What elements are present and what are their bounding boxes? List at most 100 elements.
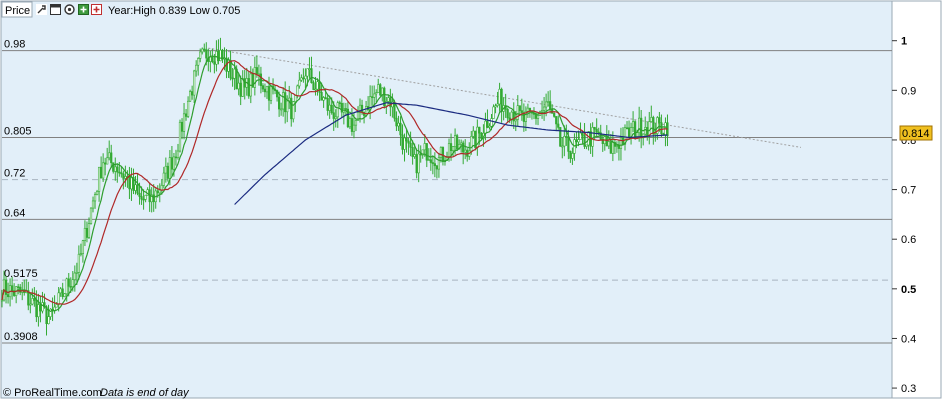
candle-body <box>447 143 451 157</box>
candle-body <box>360 104 364 113</box>
plot-area <box>0 0 893 399</box>
candle-body <box>61 288 64 297</box>
candle-body <box>526 107 530 112</box>
candle-body <box>433 163 436 167</box>
candle-body <box>423 143 426 151</box>
candle-body <box>95 191 99 195</box>
candle-body <box>520 110 523 113</box>
candle-body <box>162 172 165 186</box>
candle-body <box>189 91 192 102</box>
candle-body <box>91 200 95 209</box>
candle-body <box>35 300 38 318</box>
candle-body <box>352 124 356 132</box>
candle-body <box>178 121 182 152</box>
price-chart: 0.980.8050.720.640.51750.3908 10.90.80.7… <box>0 0 942 399</box>
gear-icon[interactable] <box>64 4 75 15</box>
candle-body <box>29 303 32 306</box>
candle-body <box>579 132 582 140</box>
candle-body <box>549 101 552 110</box>
footer-brand: © ProRealTime.com <box>3 387 102 399</box>
candle-body <box>348 118 352 128</box>
candle-body <box>104 162 107 165</box>
candle-body <box>41 302 44 312</box>
candle-body <box>239 82 242 97</box>
candle-body <box>286 100 289 113</box>
candle-body <box>280 108 283 111</box>
candle-body <box>39 304 42 312</box>
candle-body <box>593 127 596 130</box>
candle-body <box>144 194 147 200</box>
candle-body <box>464 149 467 153</box>
candle-body <box>302 77 305 80</box>
candle-body <box>79 253 82 255</box>
candle-body <box>407 140 410 144</box>
candle-body <box>547 101 550 103</box>
candle-body <box>387 97 390 102</box>
candle-body <box>294 95 297 102</box>
candle-body <box>11 285 14 291</box>
candle-body <box>73 272 76 280</box>
chart-header: Price Year:High 0.839 Low 0.705 <box>1 1 240 18</box>
candle-body <box>484 120 487 134</box>
candle-body <box>650 117 653 122</box>
candle-body <box>542 106 546 111</box>
candle-body <box>312 82 315 90</box>
candle-body <box>217 51 220 62</box>
candle-body <box>615 145 619 147</box>
candle-body <box>585 144 588 147</box>
level-label: 0.72 <box>4 168 25 180</box>
candle-body <box>100 166 103 179</box>
candle-body <box>336 102 339 118</box>
candle-body <box>172 156 176 170</box>
candle-body <box>199 51 202 59</box>
candle-body <box>510 111 513 120</box>
candle-body <box>77 253 80 273</box>
close-icon[interactable] <box>91 4 102 15</box>
candle-body <box>282 92 285 110</box>
level-label: 0.3908 <box>4 331 38 343</box>
candle-body <box>134 184 137 191</box>
y-tick-label: 0.3 <box>901 383 916 395</box>
candle-body <box>106 157 109 165</box>
candle-body <box>545 101 548 108</box>
candle-body <box>607 141 610 147</box>
candle-body <box>453 135 457 148</box>
candle-body <box>553 113 556 117</box>
candle-body <box>373 93 376 98</box>
candle-body <box>324 97 327 99</box>
candle-body <box>57 292 60 305</box>
candle-body <box>75 272 78 274</box>
candle-body <box>114 166 117 172</box>
candle-body <box>435 165 438 170</box>
candle-body <box>449 143 453 151</box>
candle-body <box>328 104 331 111</box>
candle-body <box>89 207 93 224</box>
candle-body <box>575 139 578 143</box>
candle-body <box>494 105 497 108</box>
candle-body <box>237 82 240 90</box>
candle-body <box>241 78 244 97</box>
candle-body <box>160 185 163 191</box>
candle-body <box>63 293 66 297</box>
wrench-icon[interactable] <box>36 4 47 15</box>
candle-body <box>595 128 598 133</box>
candle-body <box>377 84 380 93</box>
candle-body <box>67 278 70 287</box>
candle-body <box>508 117 511 120</box>
candle-body <box>611 142 614 154</box>
candle-body <box>654 133 657 135</box>
candle-body <box>429 159 432 163</box>
candle-body <box>658 117 661 123</box>
candle-body <box>399 122 402 136</box>
candle-body <box>591 127 594 147</box>
candle-body <box>411 147 414 157</box>
chart-footer: © ProRealTime.com Data is end of day <box>3 387 190 399</box>
candle-body <box>498 88 501 105</box>
candle-body <box>142 198 145 201</box>
candle-body <box>451 146 455 151</box>
candle-body <box>350 118 354 132</box>
window-icon[interactable] <box>50 4 61 15</box>
expand-icon[interactable] <box>78 4 89 15</box>
candle-body <box>439 147 443 158</box>
candle-body <box>332 112 335 119</box>
